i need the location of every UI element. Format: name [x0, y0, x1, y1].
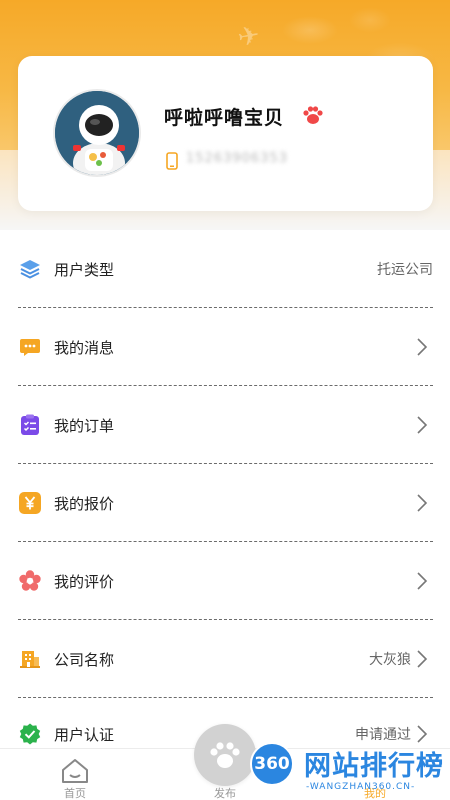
watermark-title: 网站排行榜 [304, 751, 444, 782]
menu-item-messages[interactable]: 我的消息 [18, 308, 433, 386]
home-icon [62, 759, 88, 783]
chevron-right-icon [417, 650, 428, 668]
menu-item-company-name[interactable]: 公司名称 大灰狼 [18, 620, 433, 698]
menu-item-label: 我的消息 [54, 338, 115, 357]
avatar[interactable] [53, 89, 141, 177]
user-type-value: 托运公司 [377, 262, 433, 278]
watermark-subtitle: -WANGZHAN360.CN- [306, 782, 416, 792]
chevron-right-icon [417, 725, 428, 743]
verified-icon [18, 722, 42, 746]
menu-item-label: 我的报价 [54, 494, 115, 513]
phone-icon [166, 152, 178, 170]
watermark-logo: 360 [250, 742, 294, 786]
menu-item-label: 公司名称 [54, 650, 115, 669]
menu-item-orders[interactable]: 我的订单 [18, 386, 433, 464]
chevron-right-icon [417, 416, 428, 434]
user-nickname: 呼啦呼噜宝贝 [164, 107, 285, 129]
chevron-right-icon [417, 338, 428, 356]
tab-home[interactable]: 首页 [35, 749, 115, 800]
menu-item-user-type[interactable]: 用户类型 托运公司 [18, 230, 433, 308]
watermark: 360 网站排行榜 -WANGZHAN360.CN- [250, 742, 450, 800]
publish-button[interactable] [194, 724, 256, 786]
menu-item-reviews[interactable]: 我的评价 [18, 542, 433, 620]
paw-badge-icon [303, 106, 323, 124]
menu-item-quotes[interactable]: 我的报价 [18, 464, 433, 542]
chevron-right-icon [417, 572, 428, 590]
verification-status-value: 申请通过 [355, 727, 411, 743]
yen-icon [18, 491, 42, 515]
building-icon [18, 647, 42, 671]
company-name-value: 大灰狼 [369, 652, 411, 668]
tab-home-label: 首页 [64, 787, 86, 800]
astronaut-avatar-icon [55, 91, 139, 175]
message-icon [18, 335, 42, 359]
phone-number: 15263906353 [186, 151, 288, 166]
menu-item-label: 我的订单 [54, 416, 115, 435]
layers-icon [18, 257, 42, 281]
paw-icon [210, 742, 240, 768]
clipboard-icon [18, 413, 42, 437]
chevron-right-icon [417, 494, 428, 512]
profile-card[interactable]: 呼啦呼噜宝贝 15263906353 [18, 56, 433, 211]
menu-item-label: 我的评价 [54, 572, 115, 591]
menu-item-label: 用户认证 [54, 725, 115, 744]
flower-icon [18, 569, 42, 593]
menu-item-label: 用户类型 [54, 260, 115, 279]
